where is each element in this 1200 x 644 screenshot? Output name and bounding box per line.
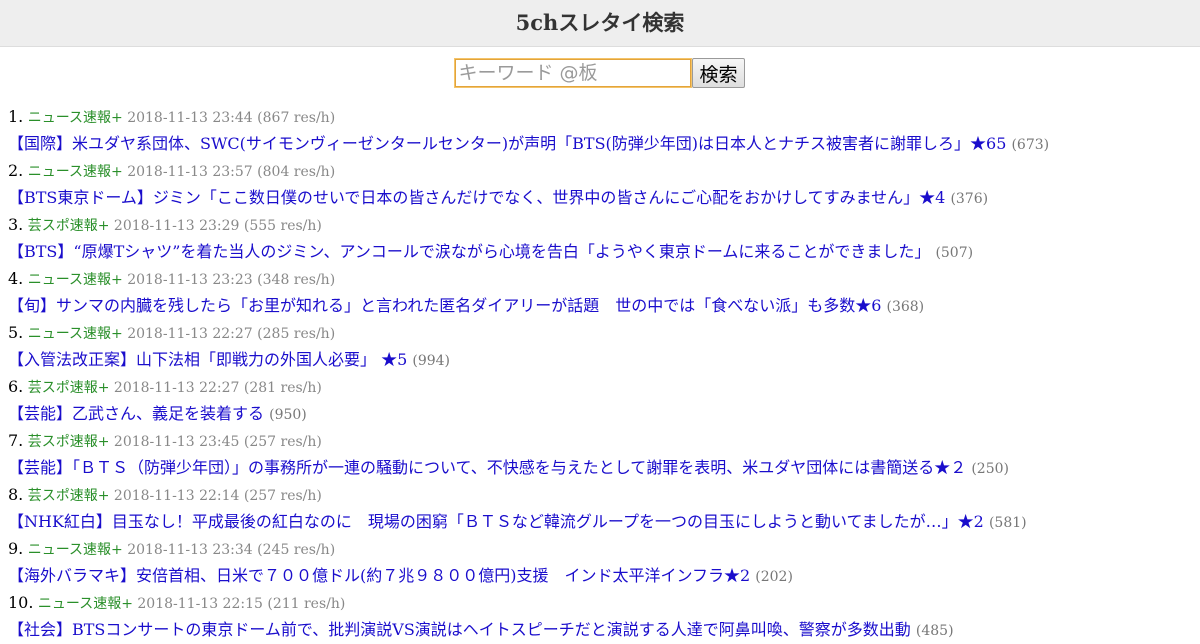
search-form: 検索	[0, 58, 1200, 88]
thread-datetime: 2018-11-13 23:34	[127, 542, 253, 558]
thread-res-count: (581)	[988, 515, 1027, 531]
thread-meta: 7. 芸スポ速報+ 2018-11-13 23:45 (257 res/h)	[8, 428, 1192, 454]
thread-speed: (285 res/h)	[257, 326, 336, 342]
thread-meta: 6. 芸スポ速報+ 2018-11-13 22:27 (281 res/h)	[8, 374, 1192, 400]
thread-speed: (257 res/h)	[243, 488, 322, 504]
thread-speed: (211 res/h)	[267, 596, 346, 612]
thread-rank: 4.	[8, 269, 24, 288]
thread-speed: (555 res/h)	[243, 218, 322, 234]
thread-rank: 7.	[8, 431, 24, 450]
thread-res-count: (673)	[1011, 137, 1050, 153]
thread-item: 5. ニュース速報+ 2018-11-13 22:27 (285 res/h) …	[8, 320, 1192, 374]
board-link[interactable]: 芸スポ速報+	[28, 218, 110, 234]
thread-item: 3. 芸スポ速報+ 2018-11-13 23:29 (555 res/h) 【…	[8, 212, 1192, 266]
thread-title-link[interactable]: 【旬】サンマの内臓を残したら「お里が知れる」と言われた匿名ダイアリーが話題 世の…	[8, 296, 881, 315]
thread-speed: (867 res/h)	[257, 110, 336, 126]
search-button[interactable]: 検索	[692, 58, 745, 88]
thread-title-link[interactable]: 【国際】米ユダヤ系団体、SWC(サイモンヴィーゼンタールセンター)が声明「BTS…	[8, 134, 1006, 153]
thread-res-count: (507)	[935, 245, 974, 261]
thread-rank: 3.	[8, 215, 24, 234]
thread-meta: 2. ニュース速報+ 2018-11-13 23:57 (804 res/h)	[8, 158, 1192, 184]
board-link[interactable]: ニュース速報+	[28, 272, 123, 288]
thread-datetime: 2018-11-13 22:14	[113, 488, 240, 504]
thread-speed: (804 res/h)	[257, 164, 336, 180]
thread-res-count: (950)	[269, 407, 307, 423]
thread-speed: (281 res/h)	[243, 380, 322, 396]
thread-title-link[interactable]: 【BTS】“原爆Tシャツ”を着た当人のジミン、アンコールで涙ながら心境を告白「よ…	[8, 242, 930, 261]
thread-title-link[interactable]: 【入管法改正案】山下法相「即戦力の外国人必要」 ★5	[8, 350, 407, 369]
board-link[interactable]: 芸スポ速報+	[28, 434, 110, 450]
thread-rank: 8.	[8, 485, 24, 504]
thread-meta: 3. 芸スポ速報+ 2018-11-13 23:29 (555 res/h)	[8, 212, 1192, 238]
page-title: 5chスレタイ検索	[515, 10, 685, 35]
thread-item: 1. ニュース速報+ 2018-11-13 23:44 (867 res/h) …	[8, 104, 1192, 158]
thread-item: 8. 芸スポ速報+ 2018-11-13 22:14 (257 res/h) 【…	[8, 482, 1192, 536]
board-link[interactable]: 芸スポ速報+	[28, 488, 110, 504]
thread-rank: 1.	[8, 107, 24, 126]
thread-res-count: (376)	[950, 191, 989, 207]
thread-rank: 5.	[8, 323, 24, 342]
thread-speed: (245 res/h)	[257, 542, 336, 558]
thread-res-count: (485)	[915, 623, 954, 639]
search-input[interactable]	[455, 59, 692, 87]
board-link[interactable]: ニュース速報+	[28, 542, 123, 558]
thread-speed: (348 res/h)	[257, 272, 336, 288]
thread-datetime: 2018-11-13 23:45	[113, 434, 240, 450]
thread-speed: (257 res/h)	[243, 434, 322, 450]
thread-item: 10. ニュース速報+ 2018-11-13 22:15 (211 res/h)…	[8, 590, 1192, 644]
thread-datetime: 2018-11-13 22:27	[127, 326, 253, 342]
thread-list: 1. ニュース速報+ 2018-11-13 23:44 (867 res/h) …	[8, 104, 1192, 644]
thread-title-link[interactable]: 【BTS東京ドーム】ジミン「ここ数日僕のせいで日本の皆さんだけでなく、世界中の皆…	[8, 188, 945, 207]
thread-item: 2. ニュース速報+ 2018-11-13 23:57 (804 res/h) …	[8, 158, 1192, 212]
thread-rank: 10.	[8, 593, 34, 612]
thread-meta: 8. 芸スポ速報+ 2018-11-13 22:14 (257 res/h)	[8, 482, 1192, 508]
thread-title-link[interactable]: 【芸能】「ＢＴＳ（防弾少年団）」の事務所が一連の騒動について、不快感を与えたとし…	[8, 458, 966, 477]
thread-item: 7. 芸スポ速報+ 2018-11-13 23:45 (257 res/h) 【…	[8, 428, 1192, 482]
thread-datetime: 2018-11-13 23:57	[127, 164, 253, 180]
thread-datetime: 2018-11-13 23:29	[113, 218, 240, 234]
thread-meta: 10. ニュース速報+ 2018-11-13 22:15 (211 res/h)	[8, 590, 1192, 616]
board-link[interactable]: ニュース速報+	[28, 110, 123, 126]
thread-rank: 2.	[8, 161, 24, 180]
thread-meta: 9. ニュース速報+ 2018-11-13 23:34 (245 res/h)	[8, 536, 1192, 562]
thread-res-count: (994)	[412, 353, 451, 369]
thread-item: 6. 芸スポ速報+ 2018-11-13 22:27 (281 res/h) 【…	[8, 374, 1192, 428]
thread-datetime: 2018-11-13 23:44	[127, 110, 253, 126]
thread-title-link[interactable]: 【芸能】乙武さん、義足を装着する	[8, 404, 264, 423]
board-link[interactable]: ニュース速報+	[38, 596, 133, 612]
thread-res-count: (202)	[755, 569, 793, 585]
thread-res-count: (368)	[886, 299, 925, 315]
board-link[interactable]: 芸スポ速報+	[28, 380, 110, 396]
board-link[interactable]: ニュース速報+	[28, 164, 123, 180]
thread-rank: 6.	[8, 377, 24, 396]
thread-title-link[interactable]: 【NHK紅白】目玉なし！平成最後の紅白なのに 現場の困窮「ＢＴＳなど韓流グループ…	[8, 512, 984, 531]
thread-datetime: 2018-11-13 22:27	[113, 380, 240, 396]
thread-item: 4. ニュース速報+ 2018-11-13 23:23 (348 res/h) …	[8, 266, 1192, 320]
thread-item: 9. ニュース速報+ 2018-11-13 23:34 (245 res/h) …	[8, 536, 1192, 590]
thread-meta: 4. ニュース速報+ 2018-11-13 23:23 (348 res/h)	[8, 266, 1192, 292]
page-header: 5chスレタイ検索	[0, 0, 1200, 47]
thread-title-link[interactable]: 【海外バラマキ】安倍首相、日米で７００億ドル(約７兆９８００億円)支援 インド太…	[8, 566, 750, 585]
thread-res-count: (250)	[971, 461, 1009, 477]
board-link[interactable]: ニュース速報+	[28, 326, 123, 342]
thread-rank: 9.	[8, 539, 24, 558]
thread-meta: 1. ニュース速報+ 2018-11-13 23:44 (867 res/h)	[8, 104, 1192, 130]
thread-meta: 5. ニュース速報+ 2018-11-13 22:27 (285 res/h)	[8, 320, 1192, 346]
thread-datetime: 2018-11-13 23:23	[127, 272, 253, 288]
thread-datetime: 2018-11-13 22:15	[137, 596, 263, 612]
